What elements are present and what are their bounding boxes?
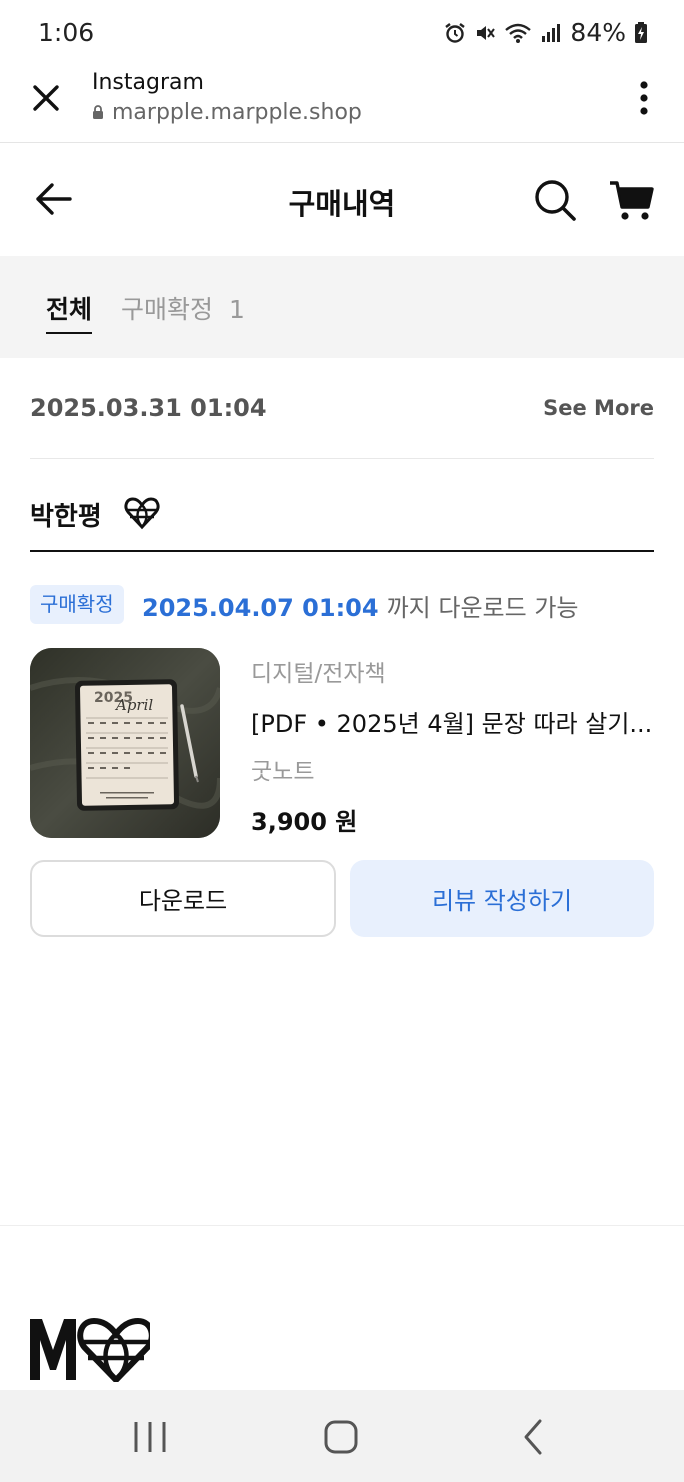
write-review-button[interactable]: 리뷰 작성하기: [350, 860, 654, 937]
home-icon: [324, 1420, 358, 1454]
alarm-icon: [445, 22, 466, 43]
thumb-month: April: [114, 696, 153, 714]
system-navigation-bar: [0, 1390, 684, 1482]
cart-icon: [610, 181, 654, 220]
status-icons: 84%: [444, 18, 648, 47]
download-button[interactable]: 다운로드: [30, 860, 336, 937]
status-badge: 구매확정: [30, 585, 124, 624]
see-more-link[interactable]: See More: [543, 396, 654, 420]
seller-badge-icon: [124, 494, 160, 530]
chevron-left-icon: [524, 1419, 542, 1455]
order-date: 2025.03.31 01:04: [30, 394, 267, 422]
status-bar: 1:06 84%: [0, 0, 684, 66]
system-back-button[interactable]: [518, 1418, 548, 1456]
url-text: marpple.marpple.shop: [112, 100, 362, 125]
tab-count: 1: [229, 295, 245, 324]
tab-purchase-confirmed[interactable]: 구매확정 1: [121, 290, 245, 326]
download-deadline: 2025.04.07 01:04 까지 다운로드 가능: [142, 588, 578, 623]
close-icon: [33, 85, 59, 111]
cart-button[interactable]: [608, 177, 654, 223]
browser-title: Instagram: [92, 70, 204, 95]
battery-charging-icon: [635, 21, 647, 43]
search-icon: [535, 180, 576, 221]
signal-icon: [542, 23, 561, 42]
seller-name[interactable]: 박한평: [30, 496, 102, 533]
mute-icon: [477, 25, 496, 40]
page-title: 구매내역: [288, 187, 396, 221]
in-app-browser-bar: Instagram marpple.marpple.shop: [0, 66, 684, 143]
battery-percent: 84%: [570, 18, 626, 47]
app-header: 구매내역: [0, 143, 684, 256]
product-category: 디지털/전자책: [251, 661, 386, 687]
recent-apps-button[interactable]: [130, 1420, 170, 1454]
product-thumbnail[interactable]: 2025 April: [30, 648, 220, 838]
filter-tabs: 전체 구매확정 1: [0, 256, 684, 358]
tab-all[interactable]: 전체: [46, 290, 93, 334]
status-time: 1:06: [38, 18, 95, 47]
recent-apps-icon: [134, 1422, 166, 1452]
search-button[interactable]: [532, 177, 578, 223]
more-menu-button[interactable]: [634, 80, 654, 118]
product-name[interactable]: [PDF • 2025년 4월] 문장 따라 살기...: [251, 704, 654, 739]
footer-divider: [0, 1225, 684, 1226]
divider: [30, 458, 654, 459]
home-button[interactable]: [322, 1418, 360, 1456]
product-price: 3,900 원: [251, 808, 358, 836]
deadline-date: 2025.04.07 01:04: [142, 594, 379, 622]
marpple-logo: [30, 1316, 155, 1385]
wifi-icon: [505, 23, 532, 43]
deadline-suffix: 까지 다운로드 가능: [386, 594, 579, 622]
more-vertical-icon: [640, 81, 648, 115]
tab-label: 구매확정: [121, 295, 214, 324]
seller-divider: [30, 550, 654, 552]
lock-icon: [93, 105, 103, 119]
product-option: 굿노트: [251, 759, 315, 785]
close-button[interactable]: [24, 76, 68, 120]
browser-url: marpple.marpple.shop: [92, 100, 362, 125]
